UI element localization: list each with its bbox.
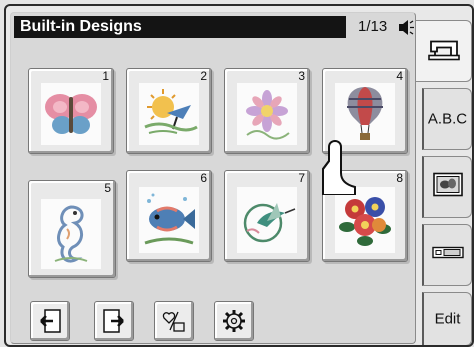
settings-button[interactable] [214, 301, 254, 341]
page-title: Built-in Designs [14, 16, 346, 38]
page-previous-icon [40, 309, 61, 333]
heart-memory-icon [162, 311, 185, 332]
speaker-icon[interactable] [399, 20, 415, 35]
sun-bird-design-icon [139, 83, 199, 145]
page-indicator: 1/13 [358, 18, 388, 35]
tab-edit[interactable]: Edit [422, 292, 472, 345]
memory-button[interactable] [154, 301, 194, 341]
design-number: 4 [396, 69, 403, 83]
tab-frame[interactable] [422, 224, 472, 286]
next-page-button[interactable] [94, 301, 134, 341]
embroidery-design-icon [432, 172, 463, 202]
tab-designs[interactable] [422, 156, 472, 218]
tab-alphabet-label: A.B.C [427, 110, 468, 128]
design-tile-1[interactable]: 1 [28, 68, 114, 154]
design-number: 2 [200, 69, 207, 83]
design-number: 6 [200, 171, 207, 185]
design-tile-2[interactable]: 2 [126, 68, 212, 154]
tab-edit-label: Edit [434, 310, 461, 328]
hoop-frame-icon [431, 246, 464, 265]
hummingbird-design-icon [237, 187, 297, 253]
design-tile-7[interactable]: 7 [224, 170, 310, 262]
tab-alphabet[interactable]: A.B.C [422, 88, 472, 150]
fish-design-icon [139, 187, 199, 253]
butterfly-design-icon [41, 83, 101, 145]
page-next-icon [103, 309, 124, 333]
flower-bouquet-design-icon [335, 187, 395, 253]
design-number: 1 [102, 69, 109, 83]
design-number: 3 [298, 69, 305, 83]
design-number: 8 [396, 171, 403, 185]
design-tile-5[interactable]: 5 [28, 180, 116, 278]
seahorse-design-icon [41, 199, 101, 269]
design-number: 5 [104, 181, 111, 195]
pointer-hand-icon [321, 133, 361, 196]
gear-icon [223, 310, 245, 332]
flower-swirl-design-icon [237, 83, 297, 145]
design-tile-3[interactable]: 3 [224, 68, 310, 154]
design-tile-6[interactable]: 6 [126, 170, 212, 262]
tab-sewing-machine[interactable] [416, 20, 472, 82]
sewing-machine-icon [427, 36, 461, 67]
previous-page-button[interactable] [30, 301, 70, 341]
device-screen: Built-in Designs 1/13 1 2 3 4 5 6 7 8 A.… [4, 4, 474, 347]
design-number: 7 [298, 171, 305, 185]
